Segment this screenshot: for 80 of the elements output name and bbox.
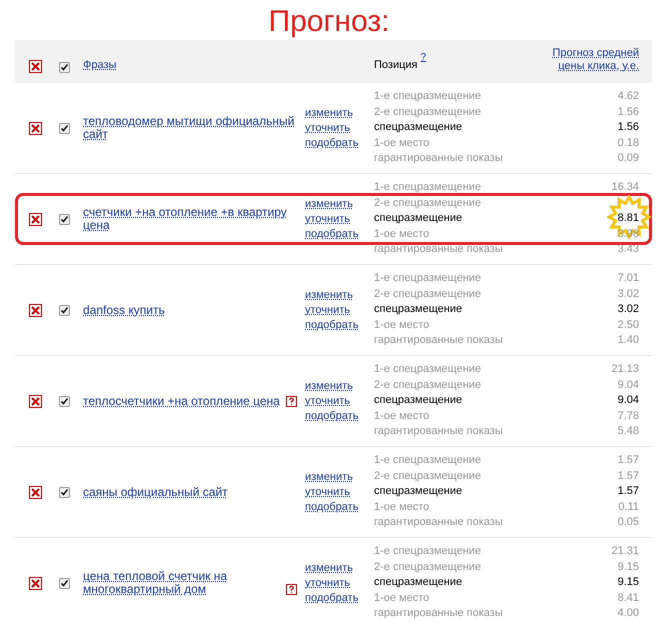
checkbox[interactable] bbox=[58, 214, 70, 224]
action-link[interactable]: уточнить bbox=[305, 394, 350, 408]
position-option[interactable]: спецразмещение bbox=[374, 302, 462, 318]
price-value: 1.56 bbox=[618, 104, 639, 120]
phrase-link[interactable]: теплосчетчики +на отопление цена bbox=[83, 394, 280, 408]
action-link[interactable]: изменить bbox=[305, 561, 353, 575]
price-value: 3.43 bbox=[618, 242, 639, 258]
position-option[interactable]: спецразмещение bbox=[374, 211, 462, 227]
price-value: 21.13 bbox=[611, 362, 639, 378]
delete-icon[interactable] bbox=[29, 304, 42, 316]
price-value: 9.15 bbox=[618, 560, 639, 575]
phrase-link[interactable]: саяны официальный сайт bbox=[83, 486, 228, 498]
action-link[interactable]: изменить bbox=[305, 106, 353, 120]
action-link[interactable]: уточнить bbox=[305, 212, 350, 226]
checkbox[interactable] bbox=[58, 62, 70, 73]
phrase-link[interactable]: цена тепловой счетчик на многоквартирный дом bbox=[83, 570, 280, 596]
action-link[interactable]: уточнить bbox=[305, 121, 350, 135]
position-option[interactable]: спецразмещение bbox=[374, 120, 462, 136]
starburst-icon bbox=[607, 194, 651, 239]
action-link[interactable]: уточнить bbox=[305, 485, 350, 499]
page-title: Прогноз: bbox=[268, 4, 390, 40]
action-link[interactable]: подобрать bbox=[305, 227, 358, 241]
price-value: 0.18 bbox=[618, 136, 639, 151]
help-link[interactable]: ? bbox=[420, 52, 426, 62]
price-value: 1.57 bbox=[618, 468, 639, 484]
checkbox[interactable] bbox=[58, 486, 70, 498]
action-link[interactable]: подобрать bbox=[305, 591, 358, 605]
action-link[interactable]: подобрать bbox=[305, 409, 358, 423]
price-value: 3.02 bbox=[618, 302, 639, 318]
price-value: 21.31 bbox=[611, 544, 639, 560]
delete-icon[interactable] bbox=[29, 60, 42, 73]
price-value: 2.50 bbox=[618, 318, 639, 333]
price-value: 5.48 bbox=[618, 424, 639, 440]
delete-icon[interactable] bbox=[29, 122, 42, 134]
price-value: 8.81 bbox=[618, 211, 639, 226]
position-option[interactable]: спецразмещение bbox=[374, 393, 462, 409]
price-value: 9.15 bbox=[618, 575, 639, 590]
price-value: 8.41 bbox=[618, 590, 639, 606]
action-link[interactable]: подобрать bbox=[305, 136, 358, 150]
price-value: 4.00 bbox=[618, 606, 639, 622]
delete-icon[interactable] bbox=[29, 576, 42, 590]
price-header-link[interactable]: Прогноз средней цены клика, у.е. bbox=[529, 47, 639, 73]
price-value: 9.04 bbox=[618, 393, 639, 408]
action-link[interactable]: изменить bbox=[305, 288, 353, 302]
price-value: 0.11 bbox=[618, 500, 639, 515]
price-value: 16.34 bbox=[611, 180, 639, 196]
action-link[interactable]: изменить bbox=[305, 197, 353, 211]
price-value: 4.62 bbox=[618, 89, 639, 104]
checkbox[interactable] bbox=[58, 578, 70, 588]
phrase-link[interactable]: danfoss купить bbox=[83, 304, 165, 316]
action-link[interactable]: уточнить bbox=[305, 576, 350, 590]
price-value: 0.09 bbox=[618, 151, 639, 166]
delete-icon[interactable] bbox=[29, 486, 42, 498]
help-icon[interactable] bbox=[286, 584, 297, 595]
action-link[interactable]: изменить bbox=[305, 470, 353, 484]
checkbox[interactable] bbox=[58, 396, 70, 406]
phrases-header-link[interactable]: Фразы bbox=[83, 56, 374, 73]
price-value: 1.57 bbox=[618, 453, 639, 468]
delete-icon[interactable] bbox=[29, 394, 42, 408]
action-link[interactable]: изменить bbox=[305, 379, 353, 393]
price-value: 3.02 bbox=[618, 286, 639, 302]
delete-icon[interactable] bbox=[29, 212, 42, 226]
price-value: 1.56 bbox=[618, 120, 639, 136]
price-value: 1.40 bbox=[618, 333, 639, 348]
checkbox[interactable] bbox=[58, 122, 70, 134]
action-link[interactable]: подобрать bbox=[305, 500, 358, 514]
price-value: 7.78 bbox=[618, 408, 639, 424]
price-value: 0.05 bbox=[618, 515, 639, 530]
position-header: Позиция bbox=[374, 58, 418, 72]
help-icon[interactable] bbox=[286, 396, 297, 406]
position-option[interactable]: спецразмещение bbox=[374, 575, 462, 591]
checkbox[interactable] bbox=[58, 304, 70, 316]
action-link[interactable]: уточнить bbox=[305, 303, 350, 317]
price-value: 9.04 bbox=[618, 378, 639, 393]
price-value: 7.01 bbox=[618, 271, 639, 286]
phrase-link[interactable]: счетчики +на отопление +в квартиру цена bbox=[83, 206, 297, 232]
position-option[interactable]: спецразмещение bbox=[374, 484, 462, 500]
price-value: 1.57 bbox=[618, 484, 639, 500]
action-link[interactable]: подобрать bbox=[305, 318, 358, 332]
phrase-link[interactable]: тепловодомер мытищи официальный сайт bbox=[83, 115, 297, 141]
